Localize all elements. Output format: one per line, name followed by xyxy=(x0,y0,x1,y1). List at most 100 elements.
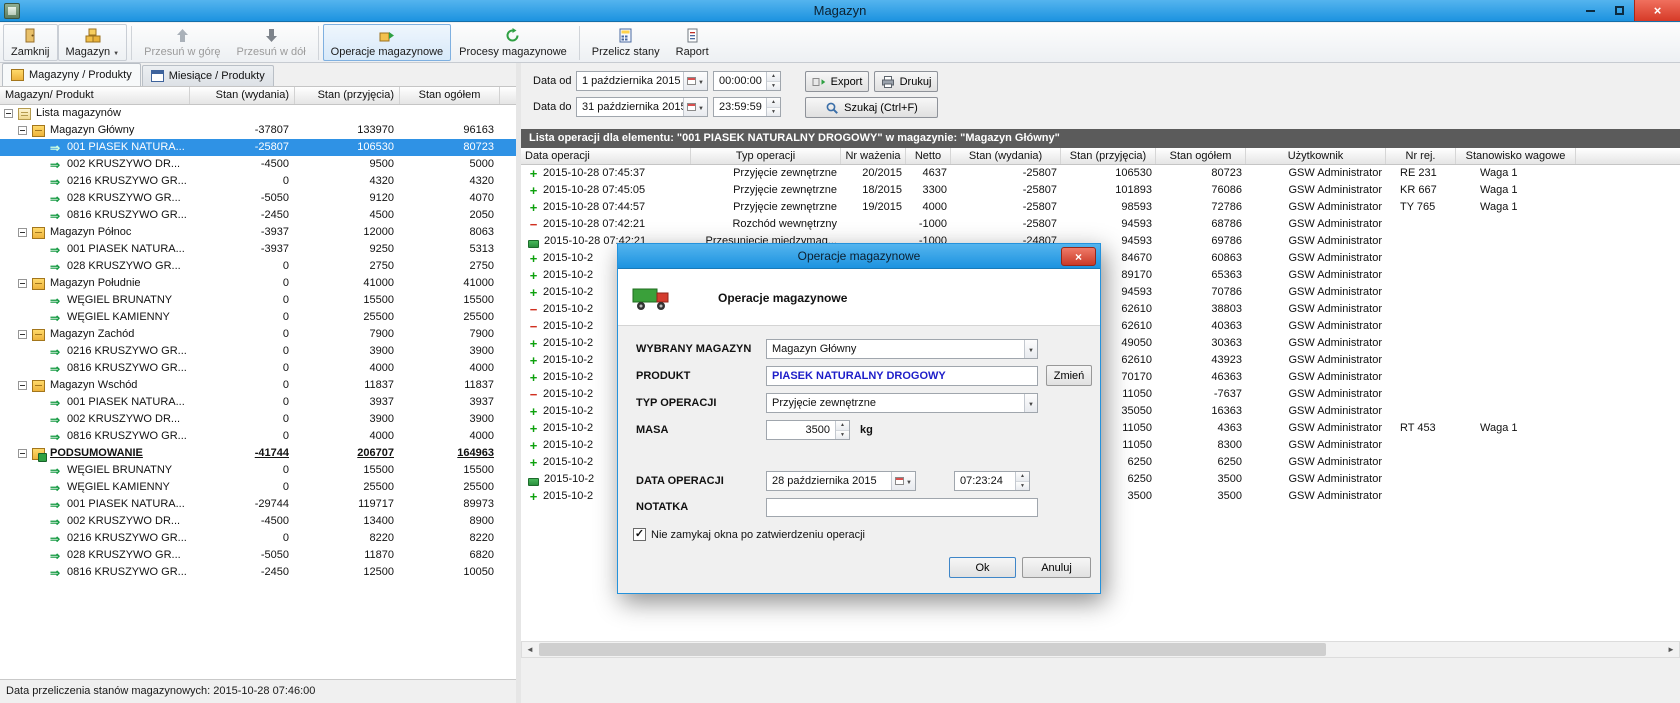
spin-up-icon[interactable] xyxy=(1016,472,1029,481)
ops-column-header[interactable]: Nr rej. xyxy=(1386,148,1456,164)
ops-row[interactable]: 2015-10-28 07:44:57Przyjęcie zewnętrzne1… xyxy=(521,199,1680,216)
spin-up-icon[interactable] xyxy=(767,72,780,81)
tree-row[interactable]: 028 KRUSZYWO GR...027502750 xyxy=(0,258,516,275)
tree-row[interactable]: WĘGIEL KAMIENNY02550025500 xyxy=(0,309,516,326)
tree-expander-icon[interactable] xyxy=(18,381,27,390)
tree-row[interactable]: Magazyn Północ-3937120008063 xyxy=(0,224,516,241)
ops-row[interactable]: 2015-10-28 07:42:21Rozchód wewnętrzny-10… xyxy=(521,216,1680,233)
dropdown-arrow-icon[interactable]: ▼ xyxy=(113,51,119,57)
maximize-button[interactable] xyxy=(1605,0,1634,21)
ops-column-header[interactable]: Nr ważenia xyxy=(841,148,906,164)
tree-row[interactable]: 0216 KRUSZYWO GR...082208220 xyxy=(0,530,516,547)
tab-magazyny-produkty[interactable]: Magazyny / Produkty xyxy=(2,63,141,86)
tree-column-header[interactable]: Magazyn/ Produkt xyxy=(0,87,190,104)
przelicz-stany-button[interactable]: Przelicz stany xyxy=(584,24,668,61)
tree-row[interactable]: 0816 KRUSZYWO GR...040004000 xyxy=(0,428,516,445)
tree-row[interactable]: 0816 KRUSZYWO GR...040004000 xyxy=(0,360,516,377)
calendar-dropdown-button[interactable] xyxy=(683,98,707,116)
przesun-dol-button[interactable]: Przesuń w dół xyxy=(229,24,314,61)
scroll-left-icon[interactable] xyxy=(522,642,538,657)
dropdown-button[interactable] xyxy=(1024,394,1037,412)
tree-expander-icon[interactable] xyxy=(18,228,27,237)
tree-row[interactable]: 028 KRUSZYWO GR...-505091204070 xyxy=(0,190,516,207)
notatka-input[interactable] xyxy=(766,498,1038,517)
spin-down-icon[interactable] xyxy=(1016,481,1029,491)
tree-row[interactable]: 001 PIASEK NATURA...-2974411971789973 xyxy=(0,496,516,513)
tab-miesiace-produkty[interactable]: Miesiące / Produkty xyxy=(142,65,274,86)
tree-row[interactable]: 002 KRUSZYWO DR...-450095005000 xyxy=(0,156,516,173)
tree-row[interactable]: 001 PIASEK NATURA...-393792505313 xyxy=(0,241,516,258)
ops-column-header[interactable]: Stan ogółem xyxy=(1156,148,1246,164)
minimize-button[interactable] xyxy=(1576,0,1605,21)
przesun-gore-button[interactable]: Przesuń w górę xyxy=(136,24,228,61)
czas-operacji-input[interactable]: 07:23:24 xyxy=(954,471,1030,491)
tree-row[interactable]: 0216 KRUSZYWO GR...043204320 xyxy=(0,173,516,190)
tree-row[interactable]: 0216 KRUSZYWO GR...039003900 xyxy=(0,343,516,360)
ops-column-header[interactable]: Stan (przyjęcia) xyxy=(1061,148,1156,164)
scroll-right-icon[interactable] xyxy=(1663,642,1679,657)
tree-row[interactable]: Magazyn Południe04100041000 xyxy=(0,275,516,292)
tree-row[interactable]: Magazyn Główny-3780713397096163 xyxy=(0,122,516,139)
horizontal-scrollbar[interactable] xyxy=(521,641,1680,658)
tree-column-header[interactable]: Stan (przyjęcia) xyxy=(295,87,400,104)
date-to-input[interactable]: 31 października 2015 xyxy=(576,97,708,117)
spin-down-icon[interactable] xyxy=(836,430,849,440)
tree-column-header[interactable]: Stan (wydania) xyxy=(190,87,295,104)
tree-expander-icon[interactable] xyxy=(4,109,13,118)
time-spinner[interactable] xyxy=(766,98,780,116)
tree-row[interactable]: PODSUMOWANIE-41744206707164963 xyxy=(0,445,516,462)
export-button[interactable]: Export xyxy=(805,71,869,92)
raport-button[interactable]: Raport xyxy=(668,24,717,61)
masa-input[interactable]: 3500 xyxy=(766,420,850,440)
produkt-field[interactable]: PIASEK NATURALNY DROGOWY xyxy=(766,366,1038,386)
typ-operacji-select[interactable]: Przyjęcie zewnętrzne xyxy=(766,393,1038,413)
tree-row[interactable]: WĘGIEL BRUNATNY01550015500 xyxy=(0,462,516,479)
spin-up-icon[interactable] xyxy=(836,421,849,430)
drukuj-button[interactable]: Drukuj xyxy=(874,71,938,92)
close-button[interactable] xyxy=(1634,0,1680,21)
tree-row[interactable]: 0816 KRUSZYWO GR...-245045002050 xyxy=(0,207,516,224)
ops-row[interactable]: 2015-10-28 07:45:05Przyjęcie zewnętrzne1… xyxy=(521,182,1680,199)
magazyn-select[interactable]: Magazyn Główny xyxy=(766,339,1038,359)
spin-down-icon[interactable] xyxy=(767,107,780,117)
tree-row[interactable]: WĘGIEL KAMIENNY02550025500 xyxy=(0,479,516,496)
tree-row[interactable]: 002 KRUSZYWO DR...-4500134008900 xyxy=(0,513,516,530)
time-from-input[interactable]: 00:00:00 xyxy=(713,71,781,91)
dialog-close-button[interactable] xyxy=(1061,247,1096,266)
anuluj-button[interactable]: Anuluj xyxy=(1022,557,1091,578)
tree-row[interactable]: 001 PIASEK NATURA...-2580710653080723 xyxy=(0,139,516,156)
spin-down-icon[interactable] xyxy=(767,81,780,91)
zmien-button[interactable]: Zmień xyxy=(1046,365,1092,386)
ok-button[interactable]: Ok xyxy=(949,557,1016,578)
tree-row[interactable]: 0816 KRUSZYWO GR...-24501250010050 xyxy=(0,564,516,581)
tree-expander-icon[interactable] xyxy=(18,279,27,288)
dropdown-button[interactable] xyxy=(1024,340,1037,358)
ops-column-header[interactable]: Data operacji xyxy=(521,148,691,164)
time-spinner[interactable] xyxy=(766,72,780,90)
spin-up-icon[interactable] xyxy=(767,98,780,107)
time-spinner[interactable] xyxy=(1015,472,1029,490)
szukaj-button[interactable]: Szukaj (Ctrl+F) xyxy=(805,97,938,118)
calendar-dropdown-button[interactable] xyxy=(683,72,707,90)
magazyn-menu-button[interactable]: Magazyn▼ xyxy=(58,24,128,61)
ops-column-header[interactable]: Stanowisko wagowe xyxy=(1456,148,1576,164)
tree-row[interactable]: 002 KRUSZYWO DR...039003900 xyxy=(0,411,516,428)
tree-row[interactable]: 028 KRUSZYWO GR...-5050118706820 xyxy=(0,547,516,564)
time-to-input[interactable]: 23:59:59 xyxy=(713,97,781,117)
ops-column-header[interactable]: Netto xyxy=(906,148,951,164)
masa-spinner[interactable] xyxy=(835,421,849,439)
tree-expander-icon[interactable] xyxy=(18,126,27,135)
ops-row[interactable]: 2015-10-28 07:45:37Przyjęcie zewnętrzne2… xyxy=(521,165,1680,182)
date-from-input[interactable]: 1 października 2015 xyxy=(576,71,708,91)
dialog-titlebar[interactable]: Operacje magazynowe xyxy=(618,244,1100,269)
tree-row[interactable]: Magazyn Wschód01183711837 xyxy=(0,377,516,394)
tree-column-header[interactable]: Stan ogółem xyxy=(400,87,500,104)
scrollbar-thumb[interactable] xyxy=(539,643,1326,656)
zamknij-button[interactable]: Zamknij xyxy=(3,24,58,61)
tree-row[interactable]: 001 PIASEK NATURA...039373937 xyxy=(0,394,516,411)
keep-open-checkbox[interactable] xyxy=(633,528,646,541)
tree-row[interactable]: Lista magazynów xyxy=(0,105,516,122)
procesy-magazynowe-button[interactable]: Procesy magazynowe xyxy=(451,24,575,61)
ops-column-header[interactable]: Stan (wydania) xyxy=(951,148,1061,164)
tree-row[interactable]: WĘGIEL BRUNATNY01550015500 xyxy=(0,292,516,309)
